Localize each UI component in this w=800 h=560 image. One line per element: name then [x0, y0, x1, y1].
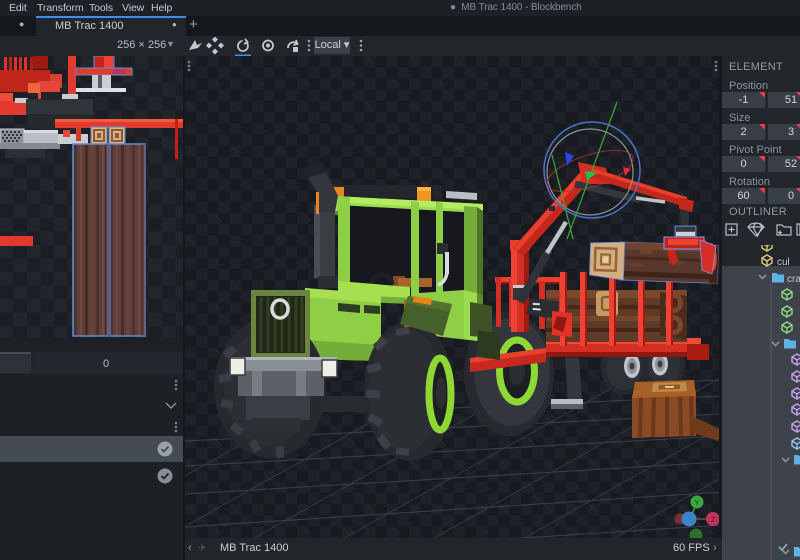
- svg-text:cul: cul: [777, 257, 790, 268]
- svg-text:0: 0: [103, 358, 109, 370]
- svg-text:cra: cra: [787, 274, 800, 285]
- svg-text:Y: Y: [695, 500, 700, 507]
- svg-text:Z: Z: [711, 517, 716, 524]
